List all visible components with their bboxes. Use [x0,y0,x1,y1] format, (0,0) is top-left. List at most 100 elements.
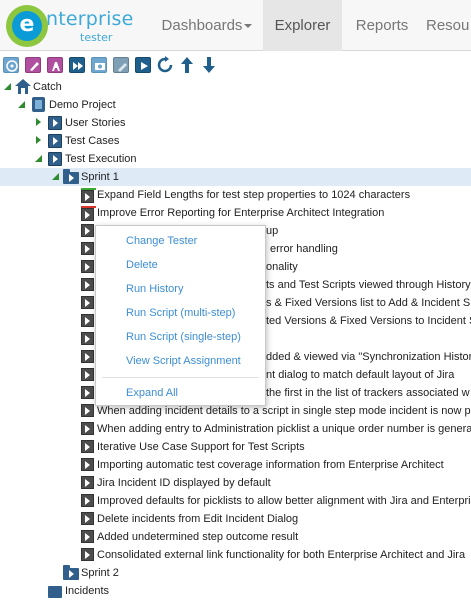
tree-node-script[interactable]: When adding entry to Administration pick… [0,420,471,438]
tree-node-label: Test Execution [65,153,137,165]
arrow-down-icon[interactable] [200,56,218,74]
test-script-icon [81,530,94,543]
nav-reports[interactable]: Reports [344,0,420,51]
tree-node-label: Expand Field Lengths for test step prope… [97,189,411,201]
test-script-icon [81,314,94,327]
tree-node-label: User Stories [65,117,126,129]
menu-item-change-tester[interactable]: Change Tester [96,230,265,252]
tree-node-label: Incidents [65,585,110,597]
nav-explorer-label: Explorer [274,17,331,34]
tree-node-label: Improved defaults for picklists to allow… [97,495,471,507]
tree-node-label: Sprint 2 [81,567,119,579]
tree-node-label: ted Versions & Fixed Versions to Inciden… [266,315,471,327]
menu-item-delete[interactable]: Delete [96,254,265,276]
tree-node-label: the first in the list of trackers associ… [266,387,470,399]
menu-item-run-history[interactable]: Run History [96,278,265,300]
tree-node-label: dded & viewed via "Synchronization Histo… [266,351,471,363]
enterprise-tester-logo[interactable]: e nterprise tester [6,4,141,48]
tree-node-script[interactable]: Consolidated external link functionality… [0,546,471,564]
camera-icon[interactable] [91,57,107,73]
expand-toggle-icon[interactable] [18,101,25,108]
test-script-icon [81,278,94,291]
test-script-icon [81,224,94,237]
expand-toggle-icon[interactable] [52,173,59,180]
tree-node-label: Catch [33,81,62,93]
tree-node-test-execution[interactable]: Test Execution [0,150,471,168]
expand-toggle-icon[interactable] [35,155,42,162]
test-script-icon [81,512,94,525]
tree-node-label: Test Cases [65,135,120,147]
tag-icon[interactable] [113,57,129,73]
tree-node-script[interactable]: Iterative Use Case Support for Test Scri… [0,438,471,456]
nav-reports-label: Reports [355,17,409,34]
incidents-icon [48,586,62,598]
tree-node-label: Added undetermined step outcome result [97,531,299,543]
top-navbar: e nterprise tester Dashboards Explorer R… [0,0,471,51]
tree-node-project[interactable]: Demo Project [0,96,471,114]
menu-divider [102,377,259,378]
sprint-folder-icon [63,169,79,184]
arrow-up-icon[interactable] [178,56,196,74]
tree-node-test-cases[interactable]: Test Cases [0,132,471,150]
tree-node-label: onality [266,261,298,273]
nav-explorer[interactable]: Explorer [263,0,342,51]
refresh-icon[interactable] [156,56,174,74]
tree-node-label: Jira Incident ID displayed by default [97,477,271,489]
tree-node-label: error handling [270,243,338,255]
explorer-toolbar [0,52,471,76]
tree-node-script[interactable]: Improve Error Reporting for Enterprise A… [0,204,471,222]
tree-node-label: Iterative Use Case Support for Test Scri… [97,441,305,453]
rename-icon[interactable] [47,57,63,73]
tree-node-label: When adding entry to Administration pick… [97,423,471,435]
target-icon[interactable] [3,57,19,73]
test-script-icon [81,332,94,345]
collapse-toggle-icon[interactable] [36,118,41,126]
test-script-icon [81,296,94,309]
tree-node-root[interactable]: Catch [0,78,471,96]
test-script-icon [81,368,94,381]
folder-icon [48,134,62,148]
tree-node-sprint-1[interactable]: Sprint 1 [0,168,471,186]
collapse-toggle-icon[interactable] [36,136,41,144]
tree-node-script[interactable]: Jira Incident ID displayed by default [0,474,471,492]
tree-node-label: ts and Test Scripts viewed through Histo… [266,279,471,291]
tree-node-script[interactable]: Importing automatic test coverage inform… [0,456,471,474]
menu-item-run-script-single-step[interactable]: Run Script (single-step) [96,326,265,348]
tree-node-label: Demo Project [49,99,116,111]
tree-node-sprint-2[interactable]: Sprint 2 [0,564,471,582]
tree-node-label: up [266,225,279,237]
tree-node-script[interactable]: Improved defaults for picklists to allow… [0,492,471,510]
tree-node-user-stories[interactable]: User Stories [0,114,471,132]
test-script-icon [81,440,94,453]
menu-item-expand-all[interactable]: Expand All [96,382,265,404]
chevron-down-icon [244,24,253,29]
nav-resources[interactable]: Resou [426,0,471,51]
tree-node-script[interactable]: Delete incidents from Edit Incident Dial… [0,510,471,528]
test-script-icon [81,422,94,435]
menu-item-view-script-assignment[interactable]: View Script Assignment [96,350,265,372]
nav-dashboards[interactable]: Dashboards [152,0,262,51]
tree-node-script[interactable]: Expand Field Lengths for test step prope… [0,186,471,204]
tree-node-label: Consolidated external link functionality… [97,549,466,561]
home-icon [15,79,31,94]
test-script-icon [81,548,94,561]
test-script-icon [81,476,94,489]
expand-toggle-icon[interactable] [4,83,11,90]
fast-forward-icon[interactable] [69,57,85,73]
tree-node-label: Sprint 1 [81,171,119,183]
tree-node-incidents[interactable]: Incidents [0,582,471,600]
folder-icon [48,116,62,130]
test-script-icon [81,350,94,363]
nav-resources-label: Resou [426,17,470,34]
test-script-icon [81,188,96,203]
sprint-folder-icon [63,565,79,580]
folder-icon [48,152,62,166]
logo-primary-text: nterprise [46,8,134,30]
test-script-icon [81,386,94,399]
tree-node-label: s & Fixed Versions list to Add & Inciden… [266,297,471,309]
edit-icon[interactable] [25,57,41,73]
tree-node-script[interactable]: Added undetermined step outcome result [0,528,471,546]
run-icon[interactable] [135,57,151,73]
menu-item-run-script-multi-step[interactable]: Run Script (multi-step) [96,302,265,324]
tree-node-label: Improve Error Reporting for Enterprise A… [97,207,385,219]
